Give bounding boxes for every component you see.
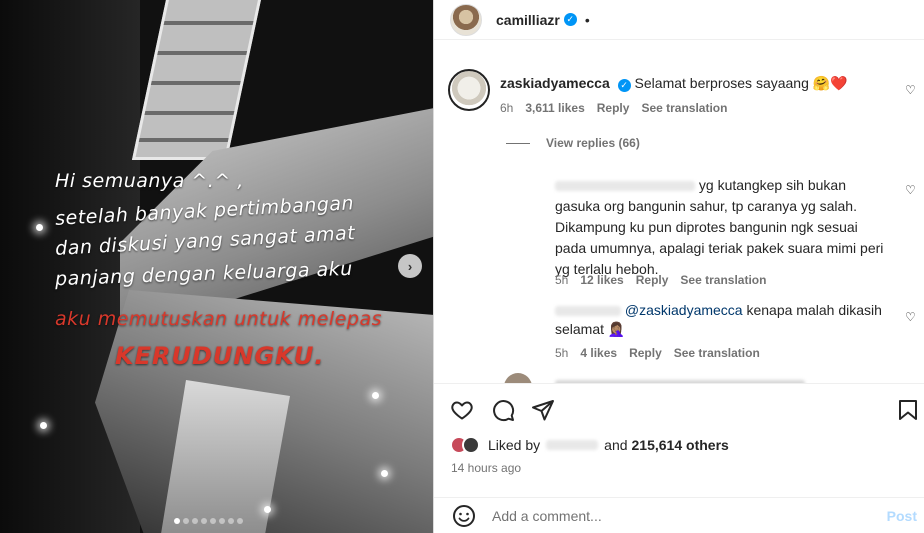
carousel-dot (219, 518, 225, 524)
bookmark-icon[interactable] (896, 398, 920, 422)
verified-badge-icon: ✓ (563, 13, 577, 26)
like-comment-heart-icon[interactable]: ♡ (905, 83, 917, 97)
view-replies-button[interactable]: View replies (66) (506, 136, 640, 150)
author-avatar[interactable] (450, 3, 482, 36)
comment-likes[interactable]: 4 likes (580, 346, 617, 360)
carousel-dot (237, 518, 243, 524)
carousel-indicator (174, 518, 243, 524)
photo-skylight (131, 0, 264, 160)
comment-text: zaskiadyamecca ✓ Selamat berproses sayaa… (500, 73, 848, 93)
post-actions-bar (434, 383, 924, 433)
ceiling-light (372, 392, 379, 399)
comment-likes[interactable]: 3,611 likes (525, 101, 584, 115)
liker-avatar (462, 436, 480, 454)
carousel-dot (228, 518, 234, 524)
overlay-line-6: KERUDUNGKU. (115, 342, 325, 370)
ceiling-light (40, 422, 47, 429)
instagram-post-view: Hi semuanya ^.^ , setelah banyak pertimb… (0, 0, 924, 533)
commenter-avatar[interactable] (504, 373, 532, 383)
reply-button[interactable]: Reply (629, 346, 662, 360)
see-translation-link[interactable]: See translation (680, 273, 766, 287)
reply-body-line: selamat 🤦🏽‍♀️ (555, 321, 626, 337)
reply-body-line: yg kutangkep sih bukan (698, 177, 846, 193)
post-comment-button[interactable]: Post (887, 508, 917, 524)
reply-text-line: @zaskiadyamecca kenapa malah dikasih (555, 300, 882, 320)
reply-button[interactable]: Reply (597, 101, 630, 115)
carousel-dot (183, 518, 189, 524)
post-side-panel: camilliazr ✓ • zaskiadyamecca ✓ Selamat … (433, 0, 924, 533)
reply-body-line: gasuka org bangunin sahur, tp caranya yg… (555, 198, 857, 214)
share-icon[interactable] (531, 398, 555, 422)
carousel-dot (210, 518, 216, 524)
comment-likes[interactable]: 12 likes (580, 273, 623, 287)
carousel-dot (174, 518, 180, 524)
blurred-username (555, 181, 695, 192)
like-comment-heart-icon[interactable]: ♡ (905, 183, 917, 197)
comment-meta: 5h 4 likes Reply See translation (555, 346, 760, 360)
divider-line (506, 142, 530, 144)
comment-time: 5h (555, 346, 569, 360)
heart-icon[interactable] (450, 398, 474, 422)
reply-text-line (555, 374, 805, 383)
liked-by-and: and (604, 437, 628, 453)
post-header: camilliazr ✓ • (434, 0, 924, 40)
comment-username[interactable]: zaskiadyamecca (500, 75, 610, 91)
ceiling-light (36, 224, 43, 231)
comments-list[interactable]: zaskiadyamecca ✓ Selamat berproses sayaa… (434, 41, 924, 383)
overlay-line-5: aku memutuskan untuk melepas (55, 308, 382, 330)
see-translation-link[interactable]: See translation (674, 346, 760, 360)
mention-link[interactable]: @zaskiadyamecca (625, 302, 743, 318)
blurred-username (546, 440, 599, 450)
commenter-avatar[interactable] (448, 69, 490, 111)
carousel-dot (201, 518, 207, 524)
see-translation-link[interactable]: See translation (641, 101, 727, 115)
comment-icon[interactable] (491, 398, 515, 422)
comment-body: Selamat berproses sayaang 🤗❤️ (634, 75, 848, 91)
reply-body-line: Dikampung ku pun diprotes bangunin ngk s… (555, 219, 858, 235)
likes-count[interactable]: 215,614 others (632, 437, 729, 453)
liked-by-summary[interactable]: Liked by and 215,614 others (450, 436, 729, 454)
next-slide-button[interactable]: › (398, 254, 422, 278)
like-comment-heart-icon[interactable]: ♡ (905, 310, 917, 324)
view-replies-label: View replies (66) (546, 136, 640, 150)
reply-text-line: yg kutangkep sih bukan (555, 175, 846, 195)
add-comment-bar: Post (434, 497, 924, 533)
chevron-right-icon: › (407, 258, 413, 274)
author-username[interactable]: camilliazr (496, 12, 560, 28)
comment-time: 5h (555, 273, 569, 287)
blurred-username (555, 306, 621, 317)
ceiling-light (264, 506, 271, 513)
liked-by-label: Liked by (488, 437, 541, 453)
reply-body-line: pada umumnya, apalagi teriak pakek suara… (555, 240, 884, 256)
post-media[interactable]: Hi semuanya ^.^ , setelah banyak pertimb… (0, 0, 433, 533)
separator-dot: • (584, 11, 590, 28)
emoji-icon[interactable] (452, 504, 476, 528)
carousel-dot (192, 518, 198, 524)
reply-body: kenapa malah dikasih (742, 302, 882, 318)
ceiling-light (381, 470, 388, 477)
comment-meta: 6h 3,611 likes Reply See translation (500, 101, 727, 115)
verified-badge-icon: ✓ (617, 78, 631, 92)
comment-meta: 5h 12 likes Reply See translation (555, 273, 766, 287)
comment-input[interactable] (492, 507, 862, 524)
reply-button[interactable]: Reply (636, 273, 669, 287)
post-timestamp: 14 hours ago (451, 461, 522, 475)
comment-time: 6h (500, 101, 514, 115)
overlay-line-1: Hi semuanya ^.^ , (55, 170, 244, 192)
